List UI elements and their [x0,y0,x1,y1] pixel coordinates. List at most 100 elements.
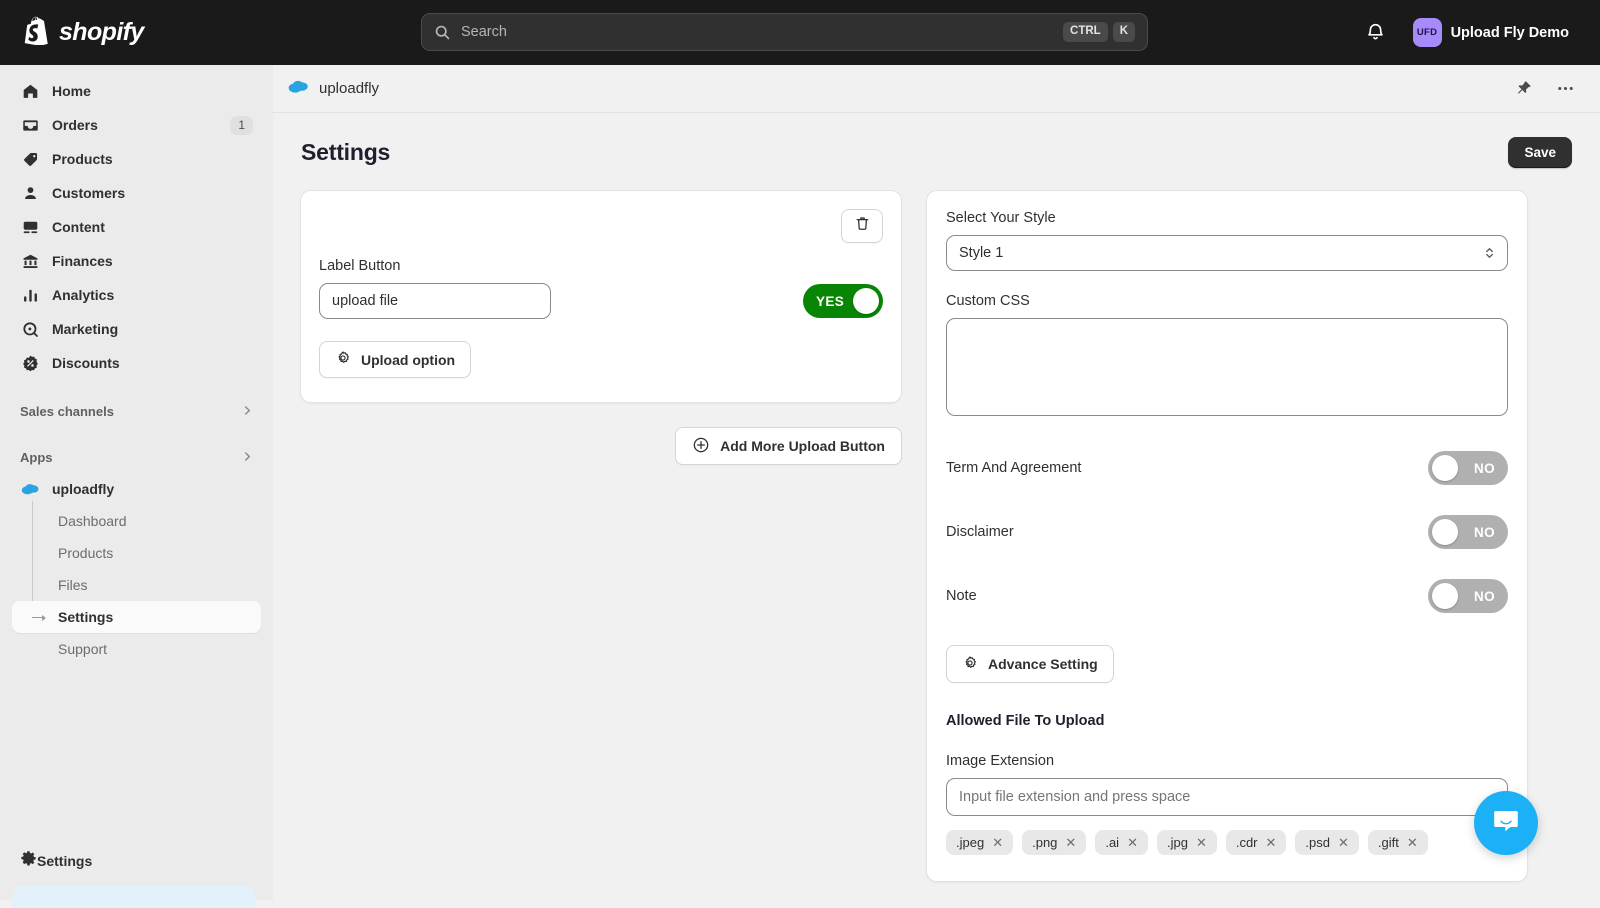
top-bar-right: UFD Upload Fly Demo [1359,0,1578,65]
term-agreement-label: Term And Agreement [946,460,1081,476]
extension-tag[interactable]: .gift ✕ [1368,830,1428,855]
sidebar-subitem-dashboard[interactable]: Dashboard [12,505,261,537]
sidebar-subitem-settings[interactable]: Settings [12,601,261,633]
chat-widget-button[interactable] [1474,791,1538,855]
page-content: Settings Save Label Button [273,113,1600,900]
select-style-label: Select Your Style [946,210,1508,226]
sidebar-subitem-label: Files [58,577,88,593]
left-column: Label Button YES [300,190,902,465]
upload-option-label: Upload option [361,352,455,368]
sidebar-subitem-support[interactable]: Support [12,633,261,665]
sidebar-item-finances[interactable]: Finances [12,245,261,277]
extension-tag[interactable]: .png ✕ [1022,830,1086,855]
more-horizontal-icon[interactable] [1553,76,1578,101]
extension-tag-list: .jpeg ✕ .png ✕ .ai ✕ .jpg [946,830,1508,855]
sidebar-item-label: Content [52,219,105,235]
sidebar-item-orders[interactable]: Orders 1 [12,109,261,141]
global-search[interactable]: CTRL K [421,13,1148,51]
sidebar-item-label: Products [52,151,113,167]
products-tag-icon [20,151,40,168]
search-input[interactable] [461,24,1063,40]
sidebar-item-marketing[interactable]: Marketing [12,313,261,345]
disclaimer-toggle[interactable]: NO [1428,515,1508,549]
app-header-right [1512,76,1578,101]
gear-icon [20,850,37,872]
add-more-upload-button[interactable]: Add More Upload Button [675,427,902,465]
note-toggle[interactable]: NO [1428,579,1508,613]
brand-wordmark: shopify [59,18,144,47]
extension-tag-label: .gift [1378,835,1399,850]
sales-channels-section[interactable]: Sales channels [12,395,261,427]
bottom-promo-panel[interactable] [12,886,255,908]
close-x-icon[interactable]: ✕ [1266,836,1277,849]
app-header-title: uploadfly [319,80,379,97]
custom-css-label: Custom CSS [946,293,1508,309]
toggle-knob [1432,519,1458,545]
sidebar-item-analytics[interactable]: Analytics [12,279,261,311]
close-x-icon[interactable]: ✕ [992,836,1003,849]
user-name: Upload Fly Demo [1451,25,1569,41]
close-x-icon[interactable]: ✕ [1065,836,1076,849]
sidebar-item-content[interactable]: Content [12,211,261,243]
extension-tag[interactable]: .psd ✕ [1295,830,1358,855]
custom-css-textarea[interactable] [946,318,1508,416]
sidebar-item-discounts[interactable]: Discounts [12,347,261,379]
extension-tag[interactable]: .jpeg ✕ [946,830,1013,855]
settings-columns: Label Button YES [300,190,1573,882]
sidebar-item-customers[interactable]: Customers [12,177,261,209]
close-x-icon[interactable]: ✕ [1338,836,1349,849]
extension-tag-label: .png [1032,835,1057,850]
sidebar-subitem-label: Dashboard [58,513,127,529]
advance-setting-button[interactable]: Advance Setting [946,645,1114,683]
main-area: uploadfly Settings Save [273,65,1600,900]
user-menu[interactable]: UFD Upload Fly Demo [1408,13,1578,52]
sidebar-app-label: uploadfly [52,481,114,497]
toggle-state-label: YES [816,294,844,309]
customers-person-icon [20,185,40,202]
sidebar-subitem-files[interactable]: Files [12,569,261,601]
page-header: Settings Save [300,137,1573,168]
toggle-state-label: NO [1474,525,1495,540]
toggle-knob [853,288,879,314]
orders-badge: 1 [230,116,253,135]
shopify-brand[interactable]: shopify [24,16,144,50]
page-title: Settings [301,139,390,166]
image-extension-label: Image Extension [946,753,1508,769]
sidebar-subitem-products[interactable]: Products [12,537,261,569]
label-button-input[interactable] [319,283,551,319]
allowed-file-title: Allowed File To Upload [946,713,1508,729]
chevron-right-icon [242,405,253,418]
sidebar-item-products[interactable]: Products [12,143,261,175]
close-x-icon[interactable]: ✕ [1196,836,1207,849]
extension-tag[interactable]: .jpg ✕ [1157,830,1217,855]
sidebar-subitem-label: Support [58,641,107,657]
extension-tag-label: .cdr [1236,835,1258,850]
disclaimer-row: Disclaimer NO [946,515,1508,549]
upload-option-button[interactable]: Upload option [319,341,471,378]
sidebar-item-home[interactable]: Home [12,75,261,107]
sidebar-app-uploadfly[interactable]: uploadfly [12,473,261,505]
shopify-bag-icon [24,16,50,50]
pin-icon[interactable] [1512,77,1535,100]
bell-icon[interactable] [1359,16,1392,49]
image-extension-input[interactable] [946,778,1508,816]
sidebar-item-settings-bottom[interactable]: Settings [12,844,261,878]
apps-section[interactable]: Apps [12,441,261,473]
select-style-dropdown[interactable]: Style 1 [946,235,1508,271]
extension-tag[interactable]: .cdr ✕ [1226,830,1287,855]
toggle-state-label: NO [1474,461,1495,476]
sidebar-item-label: Customers [52,185,125,201]
advance-setting-label: Advance Setting [988,656,1098,672]
delete-upload-button[interactable] [841,209,883,243]
extension-tag[interactable]: .ai ✕ [1095,830,1148,855]
keycap-k: K [1113,22,1135,42]
home-icon [20,83,40,100]
upload-option-row: Upload option [319,341,883,378]
upload-enabled-toggle[interactable]: YES [803,284,883,318]
save-button[interactable]: Save [1508,137,1572,168]
extension-tag-label: .jpeg [956,835,984,850]
search-icon [434,24,451,41]
close-x-icon[interactable]: ✕ [1407,836,1418,849]
close-x-icon[interactable]: ✕ [1127,836,1138,849]
term-agreement-toggle[interactable]: NO [1428,451,1508,485]
